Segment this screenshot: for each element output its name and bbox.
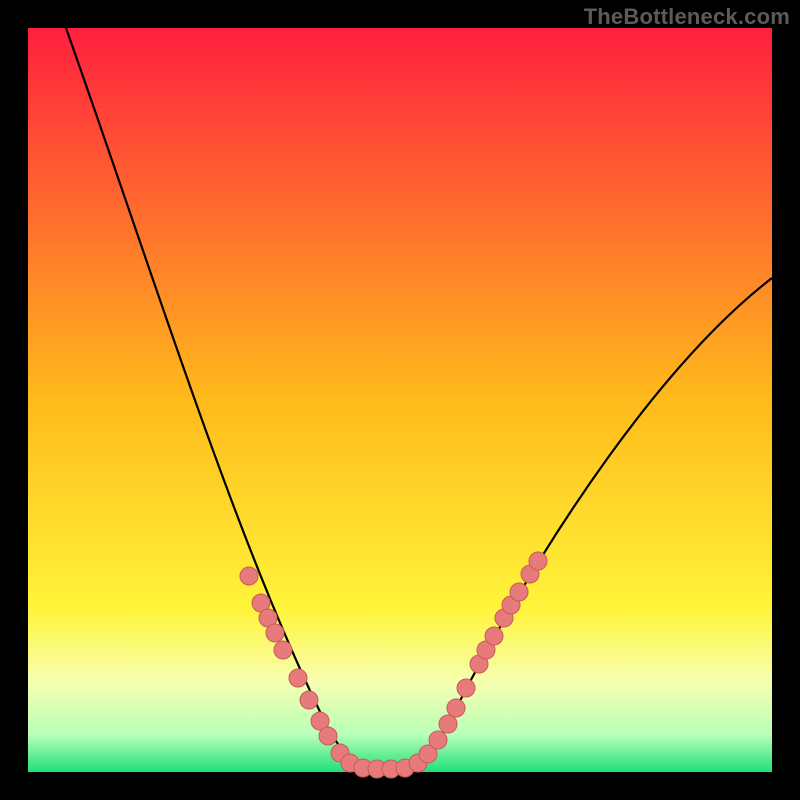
chart-frame: TheBottleneck.com [0,0,800,800]
bottleneck-curve [66,28,772,768]
data-marker [510,583,528,601]
data-marker [457,679,475,697]
data-marker [319,727,337,745]
data-marker [289,669,307,687]
chart-svg [28,28,772,772]
data-marker [266,624,284,642]
data-marker [240,567,258,585]
data-marker [529,552,547,570]
marker-group [240,552,547,778]
data-marker [300,691,318,709]
data-marker [439,715,457,733]
data-marker [447,699,465,717]
data-marker [274,641,292,659]
data-marker [485,627,503,645]
watermark-text: TheBottleneck.com [584,4,790,30]
plot-area [28,28,772,772]
data-marker [429,731,447,749]
